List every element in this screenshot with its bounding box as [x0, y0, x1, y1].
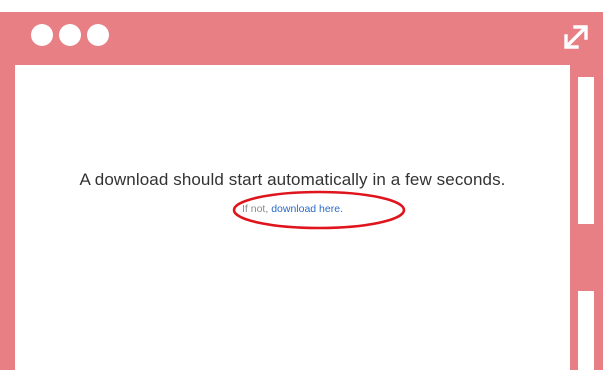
window-control-dot[interactable]	[87, 24, 109, 46]
fallback-line: If not, download here.	[15, 203, 570, 215]
title-bar	[0, 12, 603, 64]
expand-arrows-icon[interactable]	[561, 22, 591, 52]
fallback-prefix: If not,	[242, 203, 272, 215]
page-content: A download should start automatically in…	[15, 65, 570, 370]
window-control-dot[interactable]	[31, 24, 53, 46]
scrollbar-track-lower[interactable]	[578, 291, 594, 370]
scrollbar-track-upper[interactable]	[578, 77, 594, 224]
browser-window: A download should start automatically in…	[0, 12, 603, 370]
download-here-link[interactable]: download here.	[271, 203, 343, 215]
download-message: A download should start automatically in…	[79, 170, 506, 189]
window-control-dot[interactable]	[59, 24, 81, 46]
scrollbar[interactable]	[575, 64, 598, 370]
